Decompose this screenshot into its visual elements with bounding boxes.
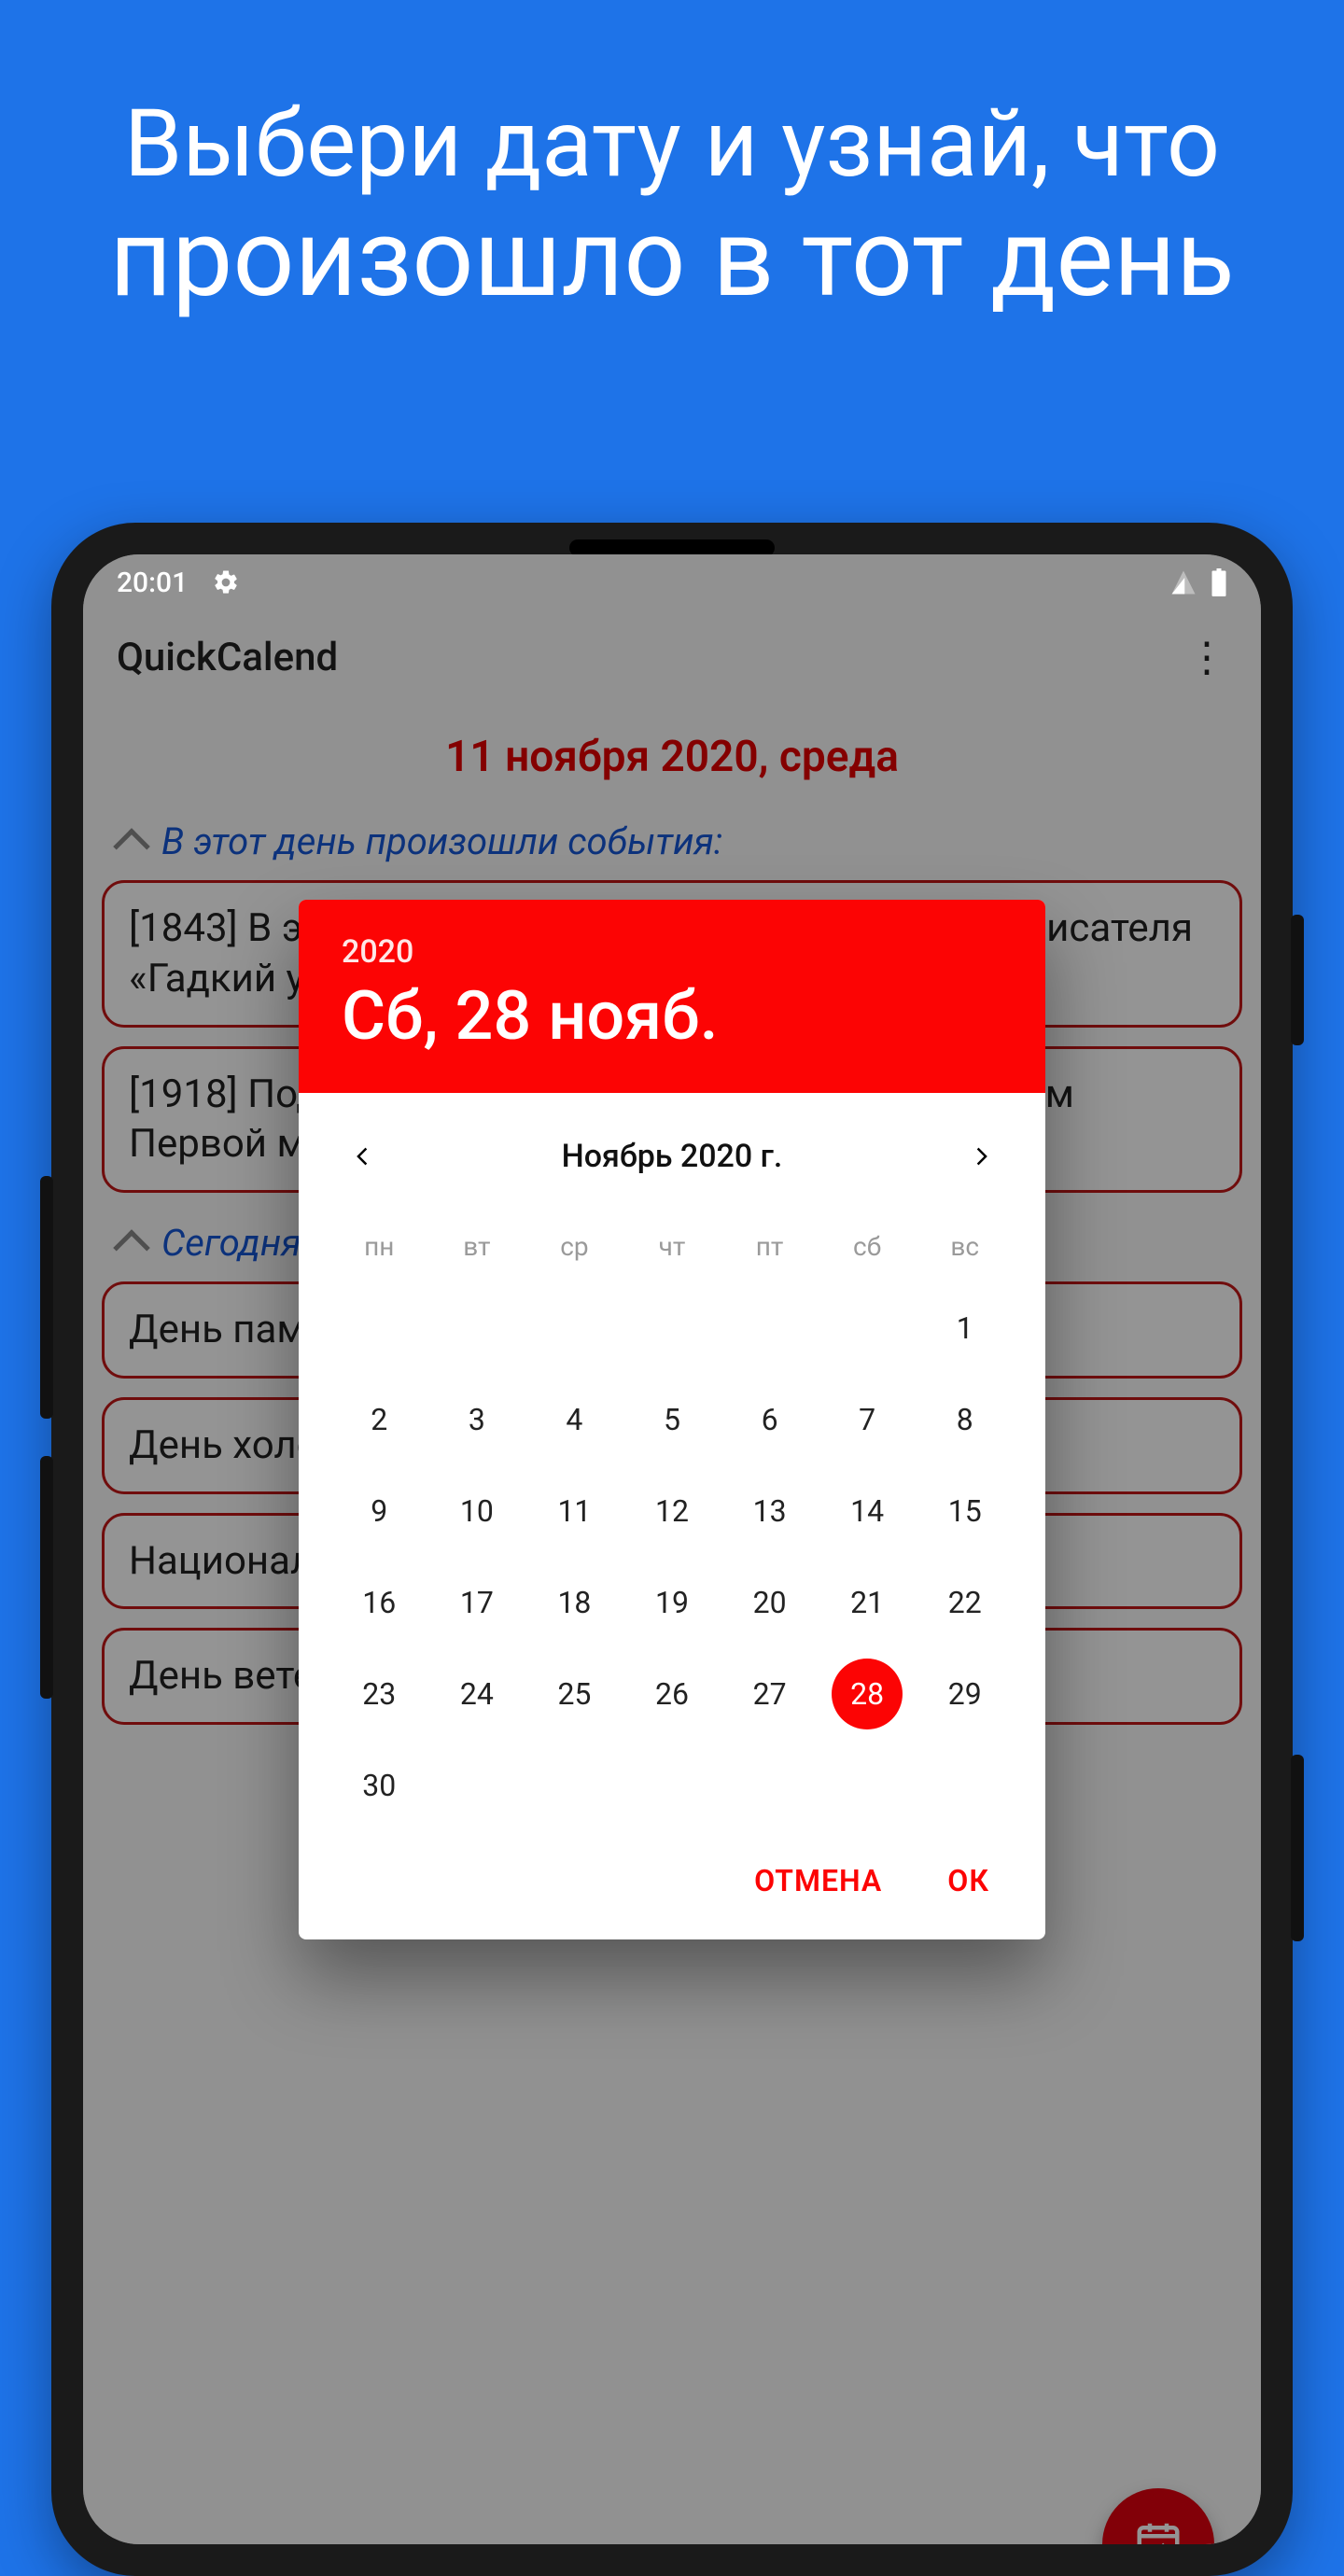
weekday-label: чт	[623, 1218, 721, 1275]
status-time: 20:01	[117, 567, 188, 599]
calendar-day[interactable]: 8	[916, 1374, 1014, 1465]
calendar-day[interactable]: 6	[721, 1374, 819, 1465]
calendar-empty	[623, 1282, 721, 1374]
calendar-empty	[428, 1740, 526, 1831]
signal-icon	[1169, 568, 1197, 596]
promo-headline: Выбери дату и узнай, что произошло в тот…	[0, 0, 1344, 319]
promo-line-1: Выбери дату и узнай, что	[0, 93, 1344, 196]
calendar-empty	[623, 1740, 721, 1831]
calendar-day[interactable]: 13	[721, 1465, 819, 1557]
calendar-empty	[721, 1740, 819, 1831]
next-month-button[interactable]	[959, 1134, 1004, 1179]
calendar-grid: 1234567891011121314151617181920212223242…	[299, 1282, 1045, 1831]
date-picker-year[interactable]: 2020	[342, 933, 1002, 971]
calendar-day[interactable]: 19	[623, 1557, 721, 1648]
calendar-day[interactable]: 12	[623, 1465, 721, 1557]
calendar-day[interactable]: 4	[525, 1374, 623, 1465]
calendar-day[interactable]: 23	[330, 1648, 428, 1740]
calendar-day[interactable]: 20	[721, 1557, 819, 1648]
calendar-day[interactable]: 18	[525, 1557, 623, 1648]
date-picker-header: 2020 Сб, 28 нояб.	[299, 900, 1045, 1093]
calendar-day[interactable]: 2	[330, 1374, 428, 1465]
calendar-day[interactable]: 21	[819, 1557, 917, 1648]
calendar-week-row: 30	[299, 1740, 1045, 1831]
settings-icon	[212, 568, 240, 596]
phone-screen: 20:01 QuickCalend ⋮	[83, 554, 1261, 2544]
weekday-header-row: пн вт ср чт пт сб вс	[299, 1218, 1045, 1275]
calendar-day[interactable]: 24	[428, 1648, 526, 1740]
calendar-empty	[428, 1282, 526, 1374]
weekday-label: пт	[721, 1218, 819, 1275]
battery-icon	[1211, 568, 1227, 596]
calendar-day[interactable]: 5	[623, 1374, 721, 1465]
calendar-day[interactable]: 17	[428, 1557, 526, 1648]
calendar-empty	[330, 1282, 428, 1374]
calendar-week-row: 23242526272829	[299, 1648, 1045, 1740]
calendar-day[interactable]: 28	[819, 1648, 917, 1740]
calendar-empty	[819, 1282, 917, 1374]
calendar-empty	[525, 1740, 623, 1831]
calendar-day[interactable]: 22	[916, 1557, 1014, 1648]
calendar-day[interactable]: 3	[428, 1374, 526, 1465]
promo-line-2: произошло в тот день	[0, 200, 1344, 319]
calendar-day[interactable]: 26	[623, 1648, 721, 1740]
status-bar: 20:01	[83, 554, 1261, 610]
weekday-label: вт	[428, 1218, 526, 1275]
calendar-day[interactable]: 30	[330, 1740, 428, 1831]
calendar-day[interactable]: 16	[330, 1557, 428, 1648]
calendar-empty	[525, 1282, 623, 1374]
weekday-label: вс	[916, 1218, 1014, 1275]
calendar-day[interactable]: 14	[819, 1465, 917, 1557]
date-picker-selected-date: Сб, 28 нояб.	[342, 976, 1002, 1056]
weekday-label: пн	[330, 1218, 428, 1275]
calendar-week-row: 2345678	[299, 1374, 1045, 1465]
calendar-week-row: 16171819202122	[299, 1557, 1045, 1648]
calendar-week-row: 9101112131415	[299, 1465, 1045, 1557]
calendar-day[interactable]: 9	[330, 1465, 428, 1557]
calendar-day[interactable]: 27	[721, 1648, 819, 1740]
calendar-empty	[819, 1740, 917, 1831]
prev-month-button[interactable]	[340, 1134, 385, 1179]
phone-frame: 20:01 QuickCalend ⋮	[51, 523, 1293, 2576]
calendar-day[interactable]: 11	[525, 1465, 623, 1557]
cancel-button[interactable]: ОТМЕНА	[754, 1863, 882, 1898]
calendar-day[interactable]: 7	[819, 1374, 917, 1465]
date-picker-dialog: 2020 Сб, 28 нояб. Ноябрь 2020 г. пн вт с…	[299, 900, 1045, 1939]
calendar-week-row: 1	[299, 1282, 1045, 1374]
calendar-day[interactable]: 29	[916, 1648, 1014, 1740]
weekday-label: ср	[525, 1218, 623, 1275]
month-year-label: Ноябрь 2020 г.	[562, 1138, 783, 1175]
calendar-day[interactable]: 1	[916, 1282, 1014, 1374]
ok-button[interactable]: ОК	[947, 1863, 989, 1898]
weekday-label: сб	[819, 1218, 917, 1275]
calendar-day[interactable]: 25	[525, 1648, 623, 1740]
calendar-empty	[721, 1282, 819, 1374]
calendar-day[interactable]: 15	[916, 1465, 1014, 1557]
calendar-day[interactable]: 10	[428, 1465, 526, 1557]
calendar-empty	[916, 1740, 1014, 1831]
